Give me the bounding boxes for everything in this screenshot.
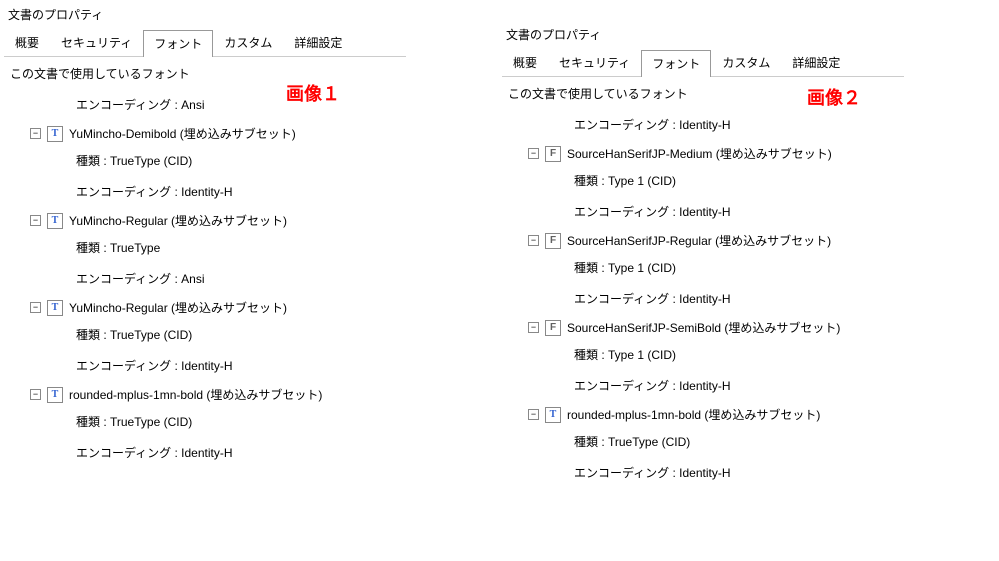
font-type: 種類 : TrueType (CID) [76, 320, 400, 351]
tabs-bar: 概要 セキュリティ フォント カスタム 詳細設定 [502, 51, 904, 77]
truetype-icon [545, 407, 561, 423]
font-name: YuMincho-Regular (埋め込みサブセット) [69, 299, 287, 316]
font-encoding: エンコーディング : Identity-H [76, 177, 400, 208]
truetype-icon [47, 300, 63, 316]
tab-summary[interactable]: 概要 [4, 29, 50, 56]
collapse-icon[interactable]: − [528, 148, 539, 159]
font-encoding: エンコーディング : Identity-H [574, 371, 898, 402]
tab-fonts[interactable]: フォント [143, 30, 213, 57]
truetype-icon [47, 213, 63, 229]
collapse-icon[interactable]: − [528, 409, 539, 420]
document-properties-dialog-left: 文書のプロパティ 概要 セキュリティ フォント カスタム 詳細設定 この文書で使… [0, 0, 410, 477]
tab-advanced[interactable]: 詳細設定 [781, 49, 851, 76]
tab-custom[interactable]: カスタム [213, 29, 283, 56]
font-node[interactable]: − YuMincho-Demibold (埋め込みサブセット) [30, 121, 400, 146]
font-node[interactable]: − SourceHanSerifJP-Regular (埋め込みサブセット) [528, 228, 898, 253]
font-node[interactable]: − YuMincho-Regular (埋め込みサブセット) [30, 208, 400, 233]
font-encoding: エンコーディング : Identity-H [76, 351, 400, 382]
fonts-content: この文書で使用しているフォント エンコーディング : Identity-H − … [498, 77, 908, 497]
type1-icon [545, 320, 561, 336]
overlay-label-2: 画像２ [807, 84, 861, 110]
font-type: 種類 : TrueType (CID) [76, 407, 400, 438]
collapse-icon[interactable]: − [30, 389, 41, 400]
font-node[interactable]: − rounded-mplus-1mn-bold (埋め込みサブセット) [528, 402, 898, 427]
font-node[interactable]: − rounded-mplus-1mn-bold (埋め込みサブセット) [30, 382, 400, 407]
truetype-icon [47, 387, 63, 403]
font-node[interactable]: − SourceHanSerifJP-Medium (埋め込みサブセット) [528, 141, 898, 166]
font-encoding: エンコーディング : Identity-H [574, 284, 898, 315]
collapse-icon[interactable]: − [528, 322, 539, 333]
font-tree: エンコーディング : Identity-H − SourceHanSerifJP… [528, 110, 898, 489]
font-type: 種類 : Type 1 (CID) [574, 166, 898, 197]
font-name: rounded-mplus-1mn-bold (埋め込みサブセット) [567, 406, 820, 423]
font-type: 種類 : TrueType (CID) [574, 427, 898, 458]
collapse-icon[interactable]: − [528, 235, 539, 246]
font-node[interactable]: − SourceHanSerifJP-SemiBold (埋め込みサブセット) [528, 315, 898, 340]
font-encoding: エンコーディング : Identity-H [574, 110, 898, 141]
tab-custom[interactable]: カスタム [711, 49, 781, 76]
collapse-icon[interactable]: − [30, 215, 41, 226]
font-name: SourceHanSerifJP-Medium (埋め込みサブセット) [567, 145, 832, 162]
font-tree: エンコーディング : Ansi − YuMincho-Demibold (埋め込… [30, 90, 400, 469]
font-type: 種類 : Type 1 (CID) [574, 253, 898, 284]
font-type: 種類 : TrueType [76, 233, 400, 264]
tab-fonts[interactable]: フォント [641, 50, 711, 77]
type1-icon [545, 146, 561, 162]
font-name: SourceHanSerifJP-SemiBold (埋め込みサブセット) [567, 319, 840, 336]
font-name: rounded-mplus-1mn-bold (埋め込みサブセット) [69, 386, 322, 403]
collapse-icon[interactable]: − [30, 302, 41, 313]
tab-advanced[interactable]: 詳細設定 [283, 29, 353, 56]
font-type: 種類 : TrueType (CID) [76, 146, 400, 177]
tabs-bar: 概要 セキュリティ フォント カスタム 詳細設定 [4, 31, 406, 57]
collapse-icon[interactable]: − [30, 128, 41, 139]
section-label: この文書で使用しているフォント [10, 65, 400, 82]
fonts-content: この文書で使用しているフォント エンコーディング : Ansi − YuMinc… [0, 57, 410, 477]
font-encoding: エンコーディング : Identity-H [574, 458, 898, 489]
type1-icon [545, 233, 561, 249]
truetype-icon [47, 126, 63, 142]
tab-security[interactable]: セキュリティ [50, 29, 143, 56]
font-name: SourceHanSerifJP-Regular (埋め込みサブセット) [567, 232, 831, 249]
font-encoding: エンコーディング : Identity-H [574, 197, 898, 228]
font-name: YuMincho-Demibold (埋め込みサブセット) [69, 125, 296, 142]
font-encoding: エンコーディング : Ansi [76, 90, 400, 121]
font-name: YuMincho-Regular (埋め込みサブセット) [69, 212, 287, 229]
tab-summary[interactable]: 概要 [502, 49, 548, 76]
tab-security[interactable]: セキュリティ [548, 49, 641, 76]
font-type: 種類 : Type 1 (CID) [574, 340, 898, 371]
window-title: 文書のプロパティ [498, 20, 908, 51]
font-encoding: エンコーディング : Ansi [76, 264, 400, 295]
overlay-label-1: 画像１ [286, 80, 340, 106]
font-node[interactable]: − YuMincho-Regular (埋め込みサブセット) [30, 295, 400, 320]
window-title: 文書のプロパティ [0, 0, 410, 31]
font-encoding: エンコーディング : Identity-H [76, 438, 400, 469]
